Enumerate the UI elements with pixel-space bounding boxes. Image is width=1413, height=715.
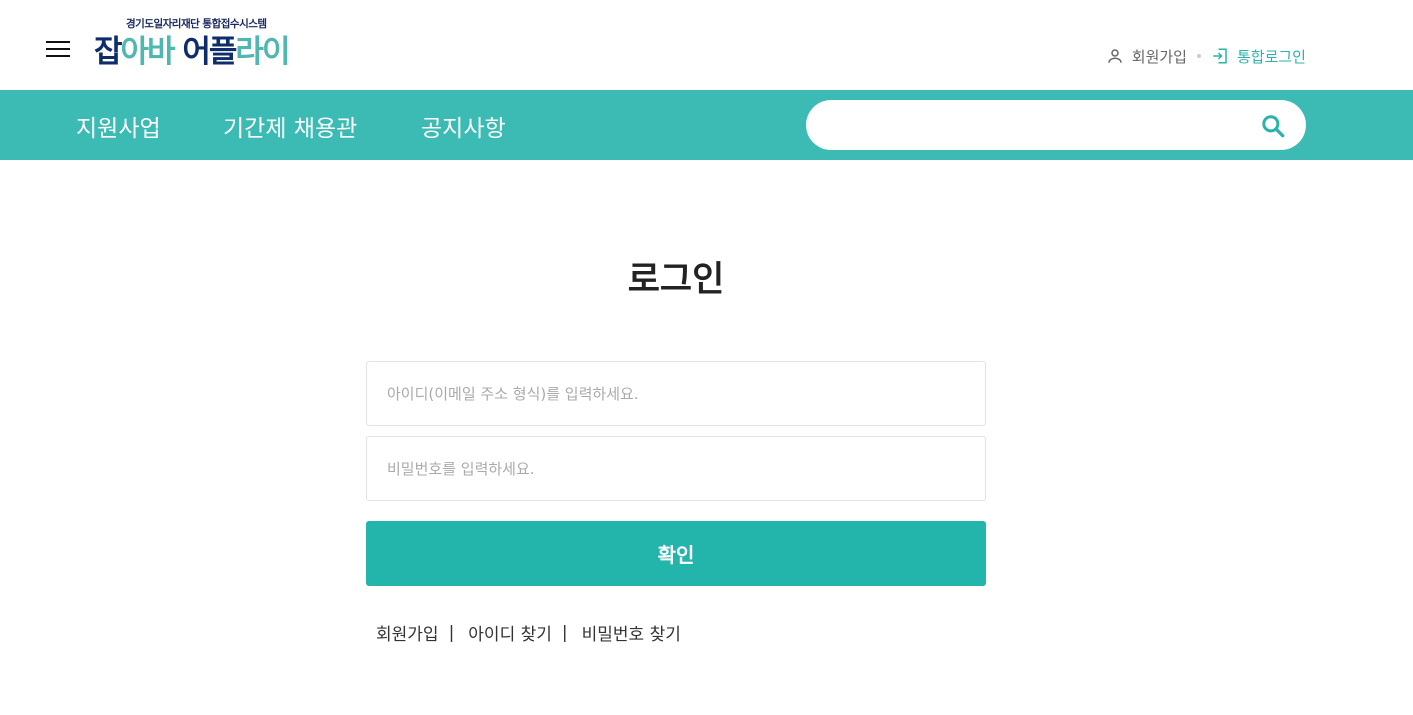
search-icon[interactable] (1260, 113, 1286, 139)
search-input[interactable] (830, 110, 1250, 140)
link-divider-dot (1196, 54, 1201, 58)
find-id-link[interactable]: 아이디 찾기 (468, 620, 552, 645)
join-label: 회원가입 (1131, 47, 1187, 66)
user-icon (1108, 49, 1122, 63)
top-header: 경기도일자리재단 통합접수시스템 잡아바 어플라이 회원가입 통합로그인 (0, 0, 1413, 90)
account-links: 회원가입 | 아이디 찾기 | 비밀번호 찾기 (376, 620, 681, 646)
top-links: 회원가입 통합로그인 (1106, 44, 1306, 68)
link-separator: | (561, 622, 568, 643)
login-icon (1213, 48, 1227, 64)
id-input[interactable] (387, 362, 967, 425)
join-bottom-link[interactable]: 회원가입 (376, 620, 439, 645)
page-title: 로그인 (627, 260, 725, 300)
nav-item-notices[interactable]: 공지사항 (421, 114, 506, 144)
logo-subtitle: 경기도일자리재단 통합접수시스템 (126, 18, 267, 30)
unified-login-link[interactable]: 통합로그인 (1211, 46, 1306, 67)
login-label: 통합로그인 (1236, 47, 1306, 66)
link-separator: | (448, 622, 455, 643)
hamburger-menu-icon[interactable] (46, 41, 70, 59)
join-link[interactable]: 회원가입 (1106, 46, 1187, 67)
confirm-button[interactable]: 확인 (366, 521, 986, 586)
id-field-box (366, 361, 986, 426)
find-password-link[interactable]: 비밀번호 찾기 (582, 620, 681, 645)
main-nav-bar: 지원사업 기간제 채용관 공지사항 (0, 90, 1413, 160)
search-box (806, 100, 1306, 150)
nav-item-support[interactable]: 지원사업 (76, 114, 161, 144)
site-logo[interactable]: 경기도일자리재단 통합접수시스템 잡아바 어플라이 (94, 16, 314, 76)
password-field-box (366, 436, 986, 501)
logo-title: 잡아바 어플라이 (94, 34, 290, 70)
password-input[interactable] (387, 437, 967, 500)
nav-item-contract-jobs[interactable]: 기간제 채용관 (223, 114, 357, 144)
